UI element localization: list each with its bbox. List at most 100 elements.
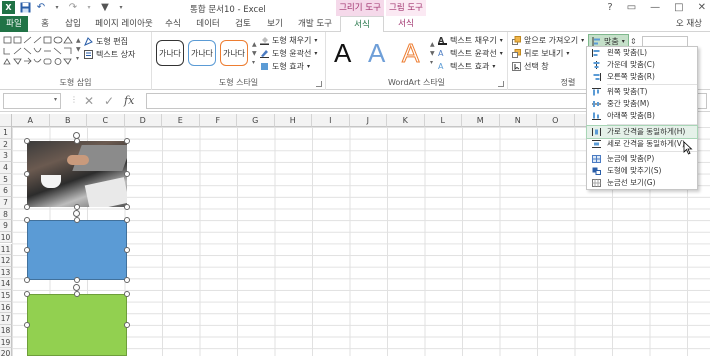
row-header[interactable]: 2 bbox=[0, 138, 12, 151]
undo-dropdown-icon[interactable]: ▾ bbox=[51, 2, 63, 14]
picture-handle-ml[interactable] bbox=[24, 171, 30, 177]
row-header[interactable]: 14 bbox=[0, 278, 12, 291]
tab-developer[interactable]: 개발 도구 bbox=[294, 16, 336, 32]
text-outline-dropdown-icon[interactable]: ▾ bbox=[500, 50, 503, 57]
wordart-style-black[interactable]: A bbox=[334, 38, 351, 69]
green-handle-tl[interactable] bbox=[24, 291, 30, 297]
cancel-icon[interactable]: ✕ bbox=[84, 94, 94, 108]
row-header[interactable]: 15 bbox=[0, 290, 12, 302]
shapes-gallery-scroll-icon[interactable]: ▲ ▼ ▾ bbox=[76, 36, 81, 63]
green-handle-tr[interactable] bbox=[124, 291, 130, 297]
blue-handle-bm[interactable] bbox=[74, 277, 80, 283]
tab-file[interactable]: 파일 bbox=[0, 16, 28, 32]
name-box-dropdown-icon[interactable]: ▾ bbox=[54, 96, 57, 103]
wordart-launcher-icon[interactable] bbox=[498, 81, 504, 87]
green-handle-tm[interactable] bbox=[74, 291, 80, 297]
wordart-style-blue[interactable]: A bbox=[368, 38, 385, 69]
tab-insert[interactable]: 삽입 bbox=[60, 16, 86, 32]
tab-format-picture[interactable]: 서식 bbox=[388, 16, 424, 32]
row-header[interactable]: 13 bbox=[0, 266, 12, 279]
text-fill-dropdown-icon[interactable]: ▾ bbox=[500, 37, 503, 44]
row-header[interactable]: 1 bbox=[0, 127, 12, 139]
blue-handle-mr[interactable] bbox=[124, 247, 130, 253]
column-header[interactable]: N bbox=[499, 114, 537, 127]
textbox-button[interactable]: 텍스트 상자 bbox=[84, 49, 135, 60]
row-header[interactable]: 3 bbox=[0, 150, 12, 162]
picture-handle-bl[interactable] bbox=[24, 204, 30, 210]
send-backward-dropdown-icon[interactable]: ▾ bbox=[566, 50, 569, 57]
menu-item-align-middle[interactable]: 중간 맞춤(M) bbox=[587, 98, 697, 110]
tab-data[interactable]: 데이터 bbox=[192, 16, 224, 32]
filter-icon[interactable]: ▼ bbox=[99, 2, 111, 14]
green-handle-ml[interactable] bbox=[24, 322, 30, 328]
tab-format-drawing[interactable]: 서식 bbox=[340, 16, 384, 32]
column-header[interactable]: G bbox=[237, 114, 275, 127]
insert-function-icon[interactable]: fx bbox=[124, 94, 134, 107]
shape-style-orange[interactable]: 가나다 bbox=[220, 40, 248, 66]
redo-icon[interactable]: ↷ bbox=[67, 2, 79, 14]
menu-item-snap-to-shape[interactable]: 도형에 맞추기(S) bbox=[587, 165, 697, 177]
column-header[interactable]: A bbox=[12, 114, 50, 127]
text-effects-button[interactable]: A 텍스트 효과 ▾ bbox=[438, 61, 495, 72]
picture-handle-tr[interactable] bbox=[124, 138, 130, 144]
name-box[interactable] bbox=[3, 93, 61, 109]
column-header[interactable]: I bbox=[312, 114, 350, 127]
menu-item-distribute-horizontally[interactable]: 가로 간격을 동일하게(H) bbox=[586, 124, 698, 139]
text-fill-button[interactable]: A 텍스트 채우기 ▾ bbox=[438, 35, 503, 46]
style-gallery-scroll-icon[interactable]: ▲ ▼ ▾ bbox=[252, 40, 257, 67]
row-header[interactable]: 5 bbox=[0, 173, 12, 186]
shape-fill-button[interactable]: 도형 채우기 ▾ bbox=[260, 35, 317, 46]
green-handle-mr[interactable] bbox=[124, 322, 130, 328]
picture-handle-mr[interactable] bbox=[124, 171, 130, 177]
menu-item-align-left[interactable]: 왼쪽 맞춤(L) bbox=[587, 47, 697, 59]
column-header[interactable]: H bbox=[274, 114, 312, 127]
maximize-icon[interactable]: □ bbox=[674, 2, 683, 13]
blue-handle-tl[interactable] bbox=[24, 217, 30, 223]
picture-handle-tl[interactable] bbox=[24, 138, 30, 144]
row-header[interactable]: 16 bbox=[0, 301, 12, 314]
minimize-icon[interactable]: — bbox=[650, 2, 660, 13]
text-outline-button[interactable]: A 텍스트 윤곽선 ▾ bbox=[438, 48, 503, 59]
row-header[interactable]: 10 bbox=[0, 231, 12, 244]
shapes-gallery[interactable] bbox=[3, 36, 75, 68]
tab-view[interactable]: 보기 bbox=[262, 16, 288, 32]
row-header[interactable]: 20 bbox=[0, 348, 12, 356]
text-effects-dropdown-icon[interactable]: ▾ bbox=[492, 63, 495, 70]
menu-item-align-bottom[interactable]: 아래쪽 맞춤(B) bbox=[587, 110, 697, 122]
column-header[interactable]: C bbox=[87, 114, 125, 127]
shape-outline-dropdown-icon[interactable]: ▾ bbox=[314, 50, 317, 57]
column-header[interactable]: J bbox=[349, 114, 387, 127]
edit-shape-button[interactable]: 도형 편집 bbox=[84, 36, 128, 47]
column-header[interactable]: F bbox=[199, 114, 237, 127]
shape-style-black[interactable]: 가나다 bbox=[156, 40, 184, 66]
blue-handle-bl[interactable] bbox=[24, 277, 30, 283]
send-backward-button[interactable]: 뒤로 보내기 ▾ bbox=[512, 48, 569, 59]
tab-review[interactable]: 검토 bbox=[230, 16, 256, 32]
green-rectangle-shape[interactable] bbox=[27, 294, 127, 356]
selection-pane-button[interactable]: 선택 창 bbox=[512, 61, 549, 72]
column-header[interactable]: L bbox=[424, 114, 462, 127]
menu-item-distribute-vertically[interactable]: 세로 간격을 동일하게(V) bbox=[587, 138, 697, 150]
row-header[interactable]: 17 bbox=[0, 313, 12, 326]
tab-home[interactable]: 홈 bbox=[34, 16, 56, 32]
row-header[interactable]: 8 bbox=[0, 208, 12, 221]
save-icon[interactable] bbox=[19, 2, 31, 14]
user-name[interactable]: 오 재상 bbox=[676, 16, 702, 32]
align-dropdown-icon[interactable]: ▾ bbox=[622, 38, 625, 45]
close-icon[interactable]: ✕ bbox=[698, 2, 706, 13]
enter-icon[interactable]: ✓ bbox=[104, 94, 114, 108]
select-all-corner[interactable] bbox=[0, 114, 12, 127]
picture-shape[interactable] bbox=[27, 141, 127, 207]
blue-rect-rotate-handle[interactable] bbox=[73, 210, 80, 217]
row-header[interactable]: 11 bbox=[0, 243, 12, 256]
bring-forward-dropdown-icon[interactable]: ▾ bbox=[581, 37, 584, 44]
blue-handle-br[interactable] bbox=[124, 277, 130, 283]
picture-handle-br[interactable] bbox=[124, 204, 130, 210]
menu-item-snap-to-grid[interactable]: 눈금에 맞춤(P) bbox=[587, 153, 697, 165]
column-header[interactable]: M bbox=[462, 114, 500, 127]
menu-item-align-right[interactable]: 오른쪽 맞춤(R) bbox=[587, 71, 697, 83]
row-header[interactable]: 9 bbox=[0, 220, 12, 232]
wordart-style-orange[interactable]: A bbox=[401, 38, 419, 69]
bring-forward-button[interactable]: 앞으로 가져오기 ▾ bbox=[512, 35, 584, 46]
shape-styles-launcher-icon[interactable] bbox=[316, 81, 322, 87]
